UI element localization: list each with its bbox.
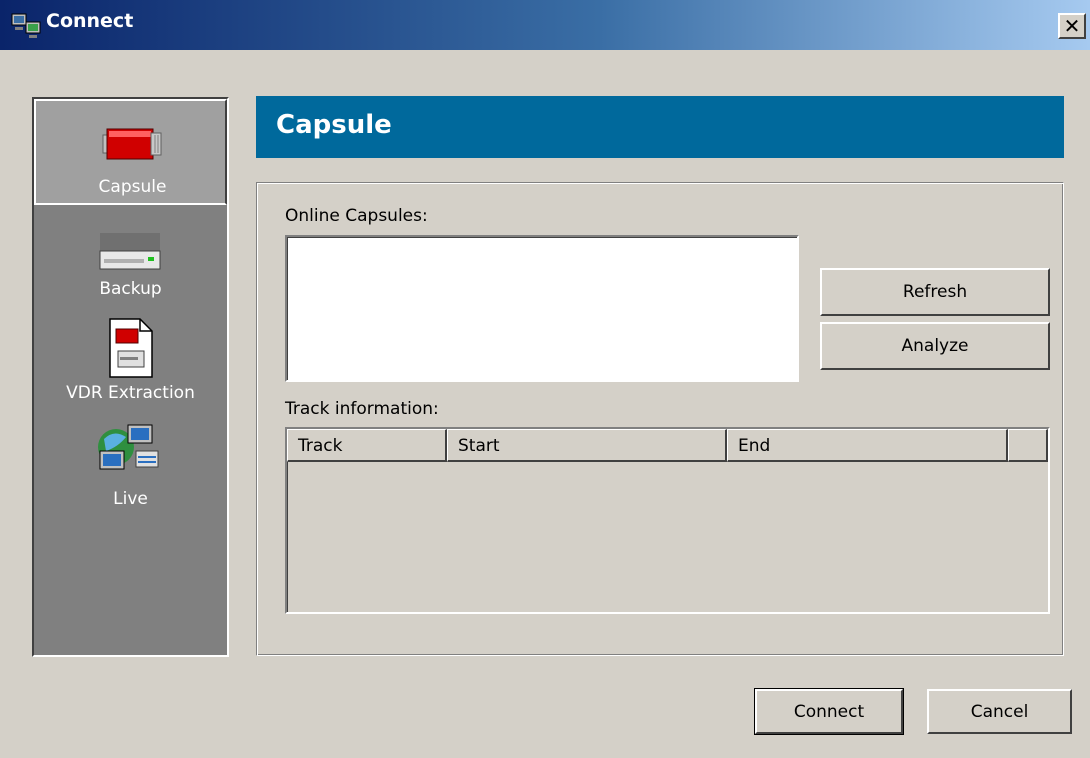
- connect-button[interactable]: Connect: [754, 688, 904, 735]
- sidebar: Capsule Backup VDR Extraction Live: [32, 97, 229, 657]
- capsule-icon: [102, 128, 162, 160]
- page-header: Capsule: [256, 96, 1064, 158]
- window-title: Connect: [46, 10, 134, 32]
- column-header-end[interactable]: End: [727, 429, 1008, 462]
- sidebar-item-vdr-extraction[interactable]: VDR Extraction: [34, 313, 227, 417]
- column-header-start[interactable]: Start: [447, 429, 727, 462]
- track-information-label: Track information:: [285, 399, 439, 419]
- track-information-table[interactable]: Track Start End: [285, 427, 1050, 614]
- analyze-button[interactable]: Analyze: [820, 322, 1050, 370]
- cancel-button[interactable]: Cancel: [927, 689, 1072, 734]
- online-capsules-label: Online Capsules:: [285, 206, 428, 226]
- refresh-button[interactable]: Refresh: [820, 268, 1050, 316]
- sidebar-item-label: Capsule: [98, 177, 167, 197]
- sidebar-item-label: Live: [113, 489, 148, 509]
- close-icon: ✕: [1063, 14, 1081, 38]
- column-header-filler: [1008, 429, 1048, 462]
- title-bar: Connect ✕: [0, 0, 1090, 50]
- backup-drive-icon: [99, 233, 161, 270]
- sidebar-item-backup[interactable]: Backup: [34, 211, 227, 311]
- sidebar-item-label: Backup: [99, 279, 162, 299]
- close-button[interactable]: ✕: [1058, 13, 1086, 39]
- connect-app-icon: [11, 13, 41, 38]
- column-header-track[interactable]: Track: [287, 429, 447, 462]
- vdr-extraction-icon: [109, 318, 153, 378]
- online-capsules-list[interactable]: [285, 235, 799, 382]
- sidebar-item-capsule[interactable]: Capsule: [34, 99, 227, 205]
- sidebar-item-live[interactable]: Live: [34, 419, 227, 519]
- page-title: Capsule: [276, 110, 392, 140]
- sidebar-item-label: VDR Extraction: [66, 383, 195, 403]
- live-network-icon: [98, 424, 159, 470]
